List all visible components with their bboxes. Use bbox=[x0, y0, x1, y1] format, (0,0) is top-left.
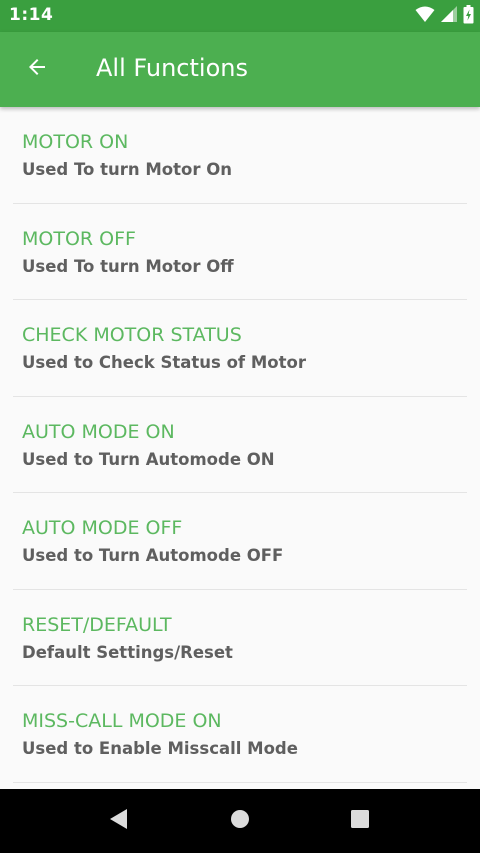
function-title: AUTO MODE OFF bbox=[22, 517, 183, 539]
navigation-bar bbox=[0, 789, 480, 853]
cell-signal-icon bbox=[441, 6, 457, 26]
back-button[interactable] bbox=[14, 46, 60, 92]
nav-home-button[interactable] bbox=[220, 801, 260, 841]
nav-back-button[interactable] bbox=[99, 801, 139, 841]
battery-charging-icon bbox=[463, 4, 474, 28]
function-subtitle: Used To turn Motor On bbox=[22, 160, 233, 179]
function-item-auto-mode-on[interactable]: AUTO MODE ON Used to Turn Automode ON bbox=[0, 397, 480, 493]
divider bbox=[13, 781, 467, 783]
function-title: MOTOR ON bbox=[22, 131, 129, 153]
function-subtitle: Default Settings/Reset bbox=[22, 642, 233, 662]
function-title: AUTO MODE ON bbox=[22, 420, 175, 443]
function-item-reset-default[interactable]: RESET/DEFAULT Default Settings/Reset bbox=[0, 590, 480, 686]
status-time: 1:14 bbox=[9, 5, 54, 25]
function-subtitle: Used to Turn Automode ON bbox=[22, 449, 275, 469]
nav-recents-button[interactable] bbox=[340, 801, 380, 841]
nav-home-icon bbox=[230, 809, 250, 833]
status-icons bbox=[415, 4, 474, 28]
status-bar: 1:14 bbox=[0, 0, 480, 32]
function-item-miss-call-mode-on[interactable]: MISS-CALL MODE ON Used to Enable Misscal… bbox=[0, 686, 480, 783]
function-title: MISS-CALL MODE ON bbox=[22, 710, 222, 732]
function-subtitle: Used to Check Status of Motor bbox=[22, 353, 306, 372]
function-item-check-motor-status[interactable]: CHECK MOTOR STATUS Used to Check Status … bbox=[0, 300, 480, 397]
function-item-auto-mode-off[interactable]: AUTO MODE OFF Used to Turn Automode OFF bbox=[0, 493, 480, 590]
function-subtitle: Used to Enable Misscall Mode bbox=[22, 739, 298, 758]
nav-back-icon bbox=[109, 808, 129, 834]
function-title: CHECK MOTOR STATUS bbox=[22, 324, 242, 346]
page-title: All Functions bbox=[96, 54, 248, 82]
wifi-icon bbox=[415, 5, 435, 27]
app-bar: All Functions bbox=[0, 32, 480, 107]
function-title: MOTOR OFF bbox=[22, 227, 136, 250]
function-subtitle: Used to Turn Automode OFF bbox=[22, 546, 284, 565]
nav-recents-icon bbox=[350, 809, 370, 833]
function-subtitle: Used To turn Motor Off bbox=[22, 256, 234, 276]
function-item-motor-off[interactable]: MOTOR OFF Used To turn Motor Off bbox=[0, 204, 480, 300]
function-title: RESET/DEFAULT bbox=[22, 613, 172, 636]
function-item-motor-on[interactable]: MOTOR ON Used To turn Motor On bbox=[0, 107, 480, 204]
arrow-back-icon bbox=[25, 55, 49, 83]
functions-list: MOTOR ON Used To turn Motor On MOTOR OFF… bbox=[0, 107, 480, 789]
